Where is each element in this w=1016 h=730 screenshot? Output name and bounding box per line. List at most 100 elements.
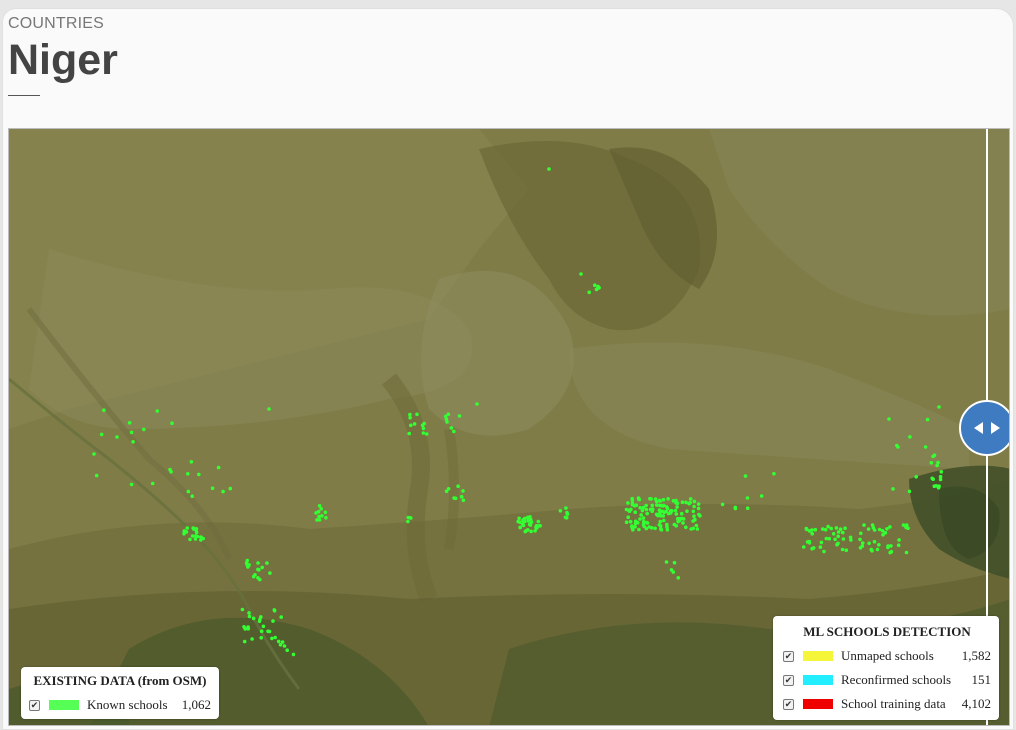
school-point	[819, 540, 824, 545]
school-point	[267, 407, 271, 411]
school-point	[626, 508, 631, 513]
school-point	[529, 529, 533, 534]
school-point	[129, 430, 134, 435]
school-point	[822, 549, 826, 554]
school-point	[445, 420, 449, 424]
school-point	[672, 522, 677, 527]
school-point	[666, 497, 670, 501]
school-point	[841, 537, 846, 541]
school-point	[626, 515, 630, 519]
school-point	[888, 525, 892, 529]
school-point	[804, 526, 809, 531]
school-point	[319, 507, 324, 511]
school-point	[637, 527, 641, 532]
school-point	[92, 452, 96, 456]
map-view[interactable]: EXISTING DATA (from OSM) ✔ Known schools…	[8, 128, 1010, 726]
school-point	[558, 509, 563, 513]
school-point	[533, 529, 537, 533]
school-point	[836, 541, 840, 546]
school-point	[282, 644, 287, 648]
school-point	[452, 429, 456, 434]
legend-item-known-schools: ✔ Known schools 1,062	[29, 693, 211, 717]
school-point	[516, 519, 520, 524]
legend-title: EXISTING DATA (from OSM)	[33, 673, 207, 688]
school-point	[836, 534, 840, 539]
school-point	[251, 616, 256, 621]
school-point	[759, 494, 764, 498]
school-point	[653, 526, 657, 531]
school-point	[654, 512, 659, 517]
school-point	[886, 545, 890, 550]
checkbox-known-schools[interactable]: ✔	[29, 699, 40, 711]
school-point	[696, 506, 701, 511]
school-point	[673, 508, 678, 513]
school-point	[653, 497, 658, 501]
school-point	[691, 519, 695, 523]
school-point	[929, 461, 934, 465]
legend-ml-detection: ML SCHOOLS DETECTION ✔ Unmaped schools 1…	[773, 616, 999, 720]
school-point	[250, 637, 254, 641]
school-point	[267, 629, 272, 634]
school-point	[849, 538, 853, 542]
school-point	[446, 487, 451, 491]
school-point	[862, 523, 866, 527]
school-point	[579, 272, 583, 276]
school-point	[662, 510, 666, 514]
school-point	[185, 526, 190, 530]
school-point	[813, 527, 818, 532]
school-point	[315, 518, 319, 522]
school-point	[692, 514, 696, 518]
school-point	[743, 474, 748, 478]
school-point	[658, 519, 663, 524]
school-point	[186, 472, 190, 476]
school-point	[925, 417, 930, 422]
arrow-left-right-icon	[974, 422, 1000, 434]
school-point	[938, 474, 943, 479]
legend-label: Unmaped schools	[841, 648, 934, 663]
school-point	[665, 505, 669, 509]
swatch-known-schools	[49, 700, 79, 710]
school-point	[587, 290, 591, 295]
checkbox-unmapped-schools[interactable]: ✔	[783, 650, 794, 662]
breadcrumb[interactable]: COUNTRIES	[8, 15, 104, 33]
school-point	[881, 533, 885, 537]
school-point	[317, 514, 321, 519]
legend-item-training-data: ✔ School training data 4,102	[783, 692, 991, 716]
school-point	[843, 526, 847, 530]
school-point	[408, 412, 412, 417]
school-point	[897, 538, 901, 542]
school-point	[456, 484, 460, 489]
school-point	[887, 417, 891, 421]
school-point	[869, 547, 874, 552]
school-point	[645, 511, 649, 516]
school-point	[896, 543, 901, 547]
school-point	[644, 507, 649, 512]
school-point	[630, 502, 635, 507]
school-point	[536, 519, 541, 524]
school-point	[459, 494, 464, 499]
school-point	[194, 527, 198, 532]
school-point	[421, 426, 426, 431]
school-point	[633, 525, 637, 529]
school-point	[675, 505, 679, 509]
school-point	[691, 509, 696, 514]
checkbox-reconfirmed-schools[interactable]: ✔	[783, 674, 794, 686]
checkbox-training-data[interactable]: ✔	[783, 698, 794, 710]
school-point	[247, 611, 251, 615]
school-point	[639, 513, 643, 517]
school-point	[415, 412, 419, 417]
school-point	[188, 537, 192, 542]
swipe-handle-button[interactable]	[959, 400, 1009, 456]
school-point	[631, 527, 635, 532]
school-point	[636, 496, 641, 500]
school-point	[155, 409, 160, 413]
school-point	[564, 506, 568, 510]
school-point	[904, 525, 908, 530]
school-point	[273, 635, 278, 640]
school-point	[279, 615, 284, 619]
school-point	[129, 482, 134, 487]
school-point	[324, 516, 328, 520]
school-point	[697, 512, 701, 517]
school-point	[638, 517, 642, 521]
school-point	[199, 535, 203, 539]
